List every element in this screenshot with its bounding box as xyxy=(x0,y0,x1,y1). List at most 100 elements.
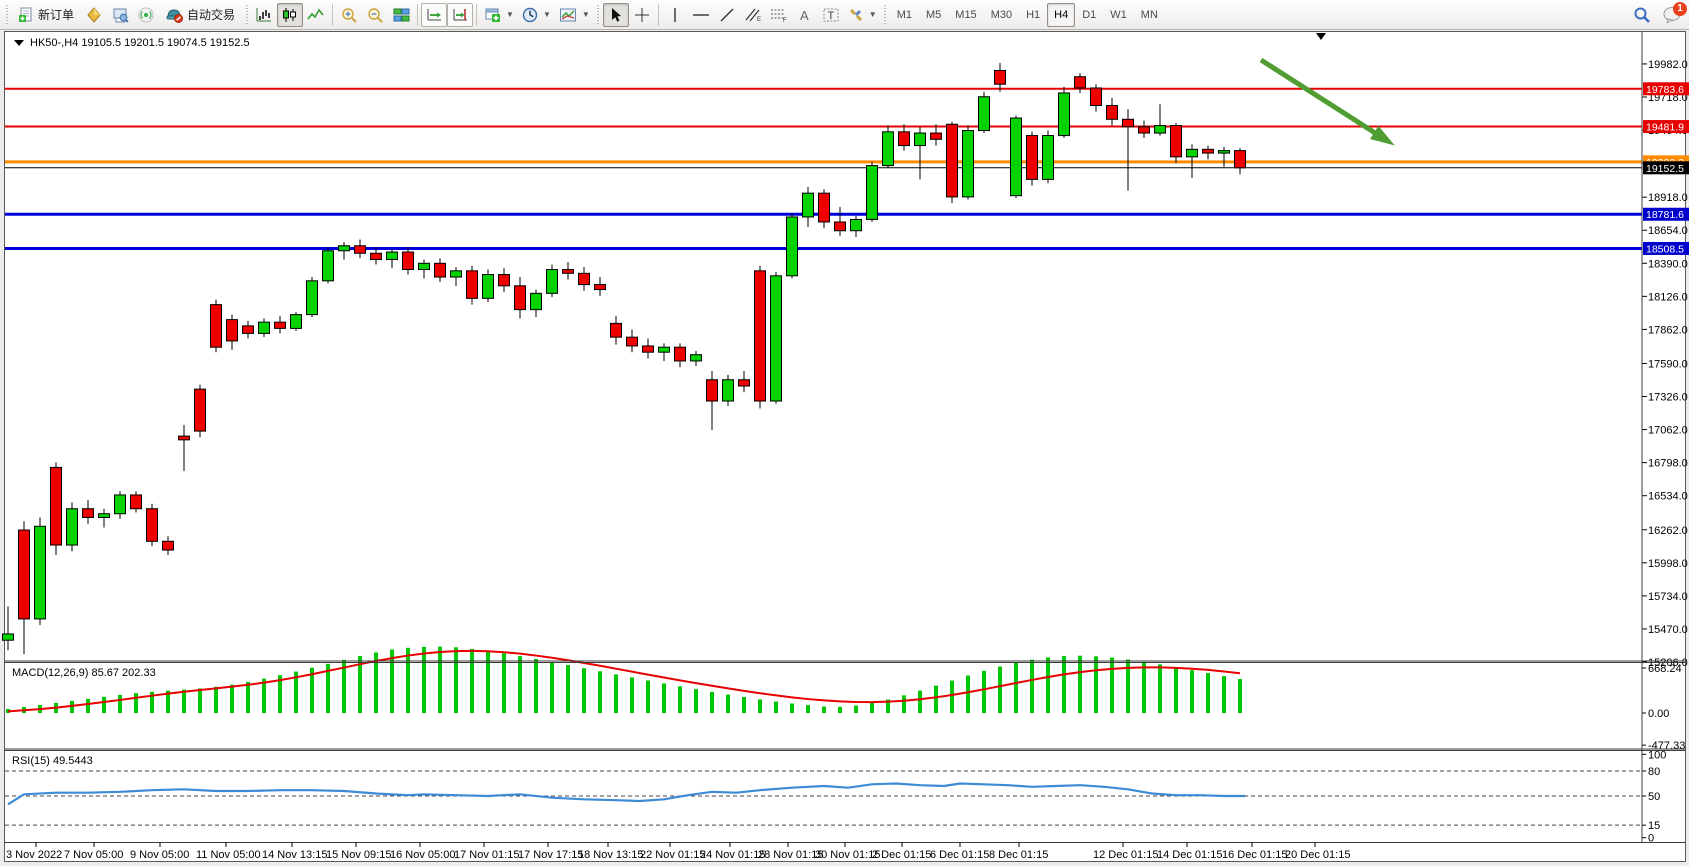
candle-body xyxy=(1122,118,1134,128)
crosshair-button[interactable] xyxy=(629,3,655,27)
macd-histogram-bar xyxy=(566,665,570,713)
candle-body xyxy=(466,270,478,299)
timeframe-m1-button[interactable]: M1 xyxy=(890,3,919,27)
macd-histogram-bar xyxy=(950,680,954,713)
candle-body xyxy=(1074,76,1086,89)
auto-scroll-button[interactable] xyxy=(421,2,448,27)
price-tick-label: 18390.0 xyxy=(1648,258,1688,270)
timeframe-w1-button[interactable]: W1 xyxy=(1103,3,1134,27)
candle-body xyxy=(882,131,894,167)
line-chart-button[interactable] xyxy=(303,3,329,27)
macd-histogram-bar xyxy=(998,666,1002,713)
candle-body xyxy=(850,218,862,232)
chart-canvas[interactable]: 19982.019718.019454.019190.018918.018654… xyxy=(0,30,1689,866)
toolbar-grip xyxy=(4,4,9,25)
candle-body xyxy=(322,250,334,282)
macd-histogram-bar xyxy=(934,685,938,713)
candle-body xyxy=(418,262,430,271)
cursor-button[interactable] xyxy=(602,2,629,27)
macd-histogram-bar xyxy=(438,646,442,713)
candle-body xyxy=(1218,150,1230,154)
chart-shift-button[interactable] xyxy=(447,2,474,27)
search-button[interactable] xyxy=(1629,3,1655,27)
news-icon xyxy=(138,7,154,22)
time-tick-label: 2 Dec 01:15 xyxy=(872,849,931,861)
macd-histogram-bar xyxy=(422,646,426,713)
bar-chart-button[interactable] xyxy=(251,3,277,27)
price-tick-label: 15998.0 xyxy=(1648,558,1688,570)
macd-histogram-bar xyxy=(646,680,650,713)
equidistant-channel-button[interactable]: E xyxy=(740,3,766,27)
toolbar-grip xyxy=(244,4,250,25)
macd-histogram-bar xyxy=(1174,667,1178,713)
tile-windows-button[interactable] xyxy=(388,3,414,27)
application-window: { "toolbar": { "new_order_label": "新订单",… xyxy=(0,0,1689,866)
price-tick-label: 17590.0 xyxy=(1648,358,1688,370)
vertical-line-button[interactable] xyxy=(662,3,688,27)
macd-histogram-bar xyxy=(1206,673,1210,713)
macd-histogram-bar xyxy=(902,695,906,713)
styler-button[interactable] xyxy=(81,3,107,27)
macd-histogram-bar xyxy=(742,697,746,713)
candle-body xyxy=(2,633,14,641)
zoom-out-button[interactable] xyxy=(362,3,388,27)
candle-body xyxy=(658,346,670,353)
macd-histogram-bar xyxy=(982,670,986,713)
macd-histogram-bar xyxy=(1046,657,1050,713)
news-button[interactable] xyxy=(133,3,159,27)
macd-histogram-bar xyxy=(86,698,90,713)
macd-histogram-bar xyxy=(918,690,922,713)
text-label-button[interactable]: T xyxy=(818,3,844,27)
macd-histogram-bar xyxy=(790,703,794,713)
templates-icon xyxy=(559,8,576,21)
timeframe-mn-button[interactable]: MN xyxy=(1134,3,1165,27)
timeframe-h4-button[interactable]: H4 xyxy=(1047,2,1076,27)
trendline-button[interactable] xyxy=(714,3,740,27)
tile-windows-icon xyxy=(393,8,410,21)
chat-button[interactable]: 1 xyxy=(1661,1,1687,26)
periods-button[interactable]: ▼ xyxy=(518,3,555,27)
timeframe-m30-button[interactable]: M30 xyxy=(984,3,1019,27)
new-order-button[interactable]: 新订单 xyxy=(11,3,81,27)
timeframe-d1-button[interactable]: D1 xyxy=(1075,3,1103,27)
candle-body xyxy=(978,96,990,132)
svg-text:T: T xyxy=(827,10,834,22)
macd-histogram-bar xyxy=(662,683,666,713)
horizontal-line-icon xyxy=(692,13,709,16)
arrows-button[interactable]: ▼ xyxy=(844,3,881,27)
text-button[interactable]: A xyxy=(792,3,818,27)
macd-histogram-bar xyxy=(1094,656,1098,713)
autotrade-button[interactable]: 自动交易 xyxy=(159,3,242,27)
candle-body xyxy=(1202,148,1214,154)
rsi-axis-label: 100 xyxy=(1648,749,1666,761)
candlestick-chart-button[interactable] xyxy=(277,2,304,27)
candle-body xyxy=(306,280,318,316)
candle-body xyxy=(930,132,942,140)
macd-histogram-bar xyxy=(822,706,826,713)
macd-histogram-bar xyxy=(1110,657,1114,713)
macd-histogram-bar xyxy=(838,706,842,713)
new-chart-button[interactable]: ▼ xyxy=(480,3,518,27)
candle-body xyxy=(194,388,206,432)
price-tick-label: 16534.0 xyxy=(1648,491,1688,503)
zoom-in-button[interactable] xyxy=(336,3,362,27)
candle-body xyxy=(146,508,158,542)
zoom-out-icon xyxy=(367,7,383,23)
macd-histogram-bar xyxy=(1078,655,1082,713)
timeframe-m5-button[interactable]: M5 xyxy=(919,3,948,27)
candle-body xyxy=(562,269,574,274)
print-preview-button[interactable] xyxy=(107,3,133,27)
candle-body xyxy=(1042,135,1054,180)
horizontal-line-button[interactable] xyxy=(688,3,714,27)
price-tick-label: 16262.0 xyxy=(1648,525,1688,537)
timeframe-m15-button[interactable]: M15 xyxy=(948,3,983,27)
price-tick-label: 15734.0 xyxy=(1648,591,1688,603)
candle-body xyxy=(50,466,62,546)
candle-body xyxy=(1154,125,1166,134)
macd-histogram-bar xyxy=(214,686,218,713)
templates-button[interactable]: ▼ xyxy=(555,3,594,27)
candle-body xyxy=(370,252,382,261)
fibonacci-button[interactable]: F xyxy=(766,3,792,27)
timeframe-h1-button[interactable]: H1 xyxy=(1019,3,1047,27)
macd-histogram-bar xyxy=(182,689,186,713)
